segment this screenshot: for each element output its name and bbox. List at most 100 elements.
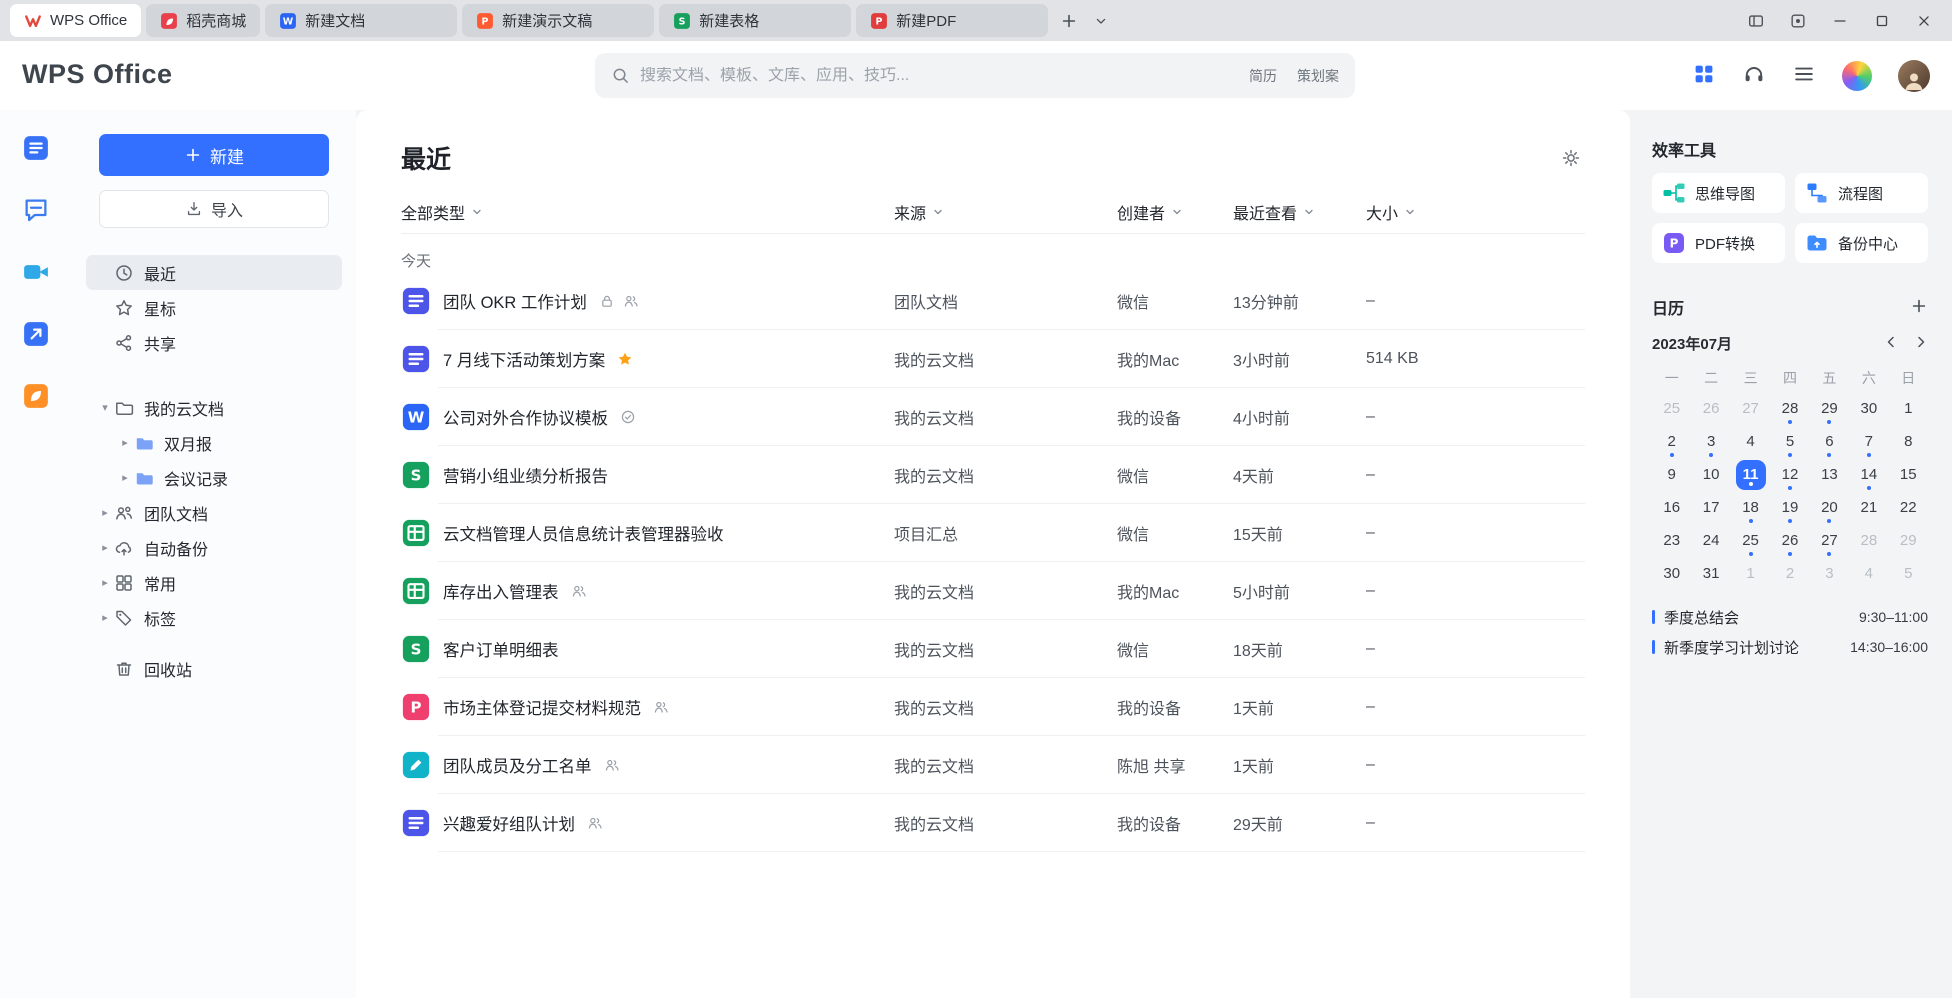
calendar-day[interactable]: 30 <box>1652 557 1691 590</box>
calendar-day[interactable]: 29 <box>1810 392 1849 425</box>
calendar-day[interactable]: 9 <box>1652 458 1691 491</box>
calendar-day[interactable]: 8 <box>1889 425 1928 458</box>
calendar-event[interactable]: 季度总结会9:30–11:00 <box>1652 602 1928 632</box>
chevron-right-icon[interactable]: ▸ <box>116 436 134 449</box>
sidebar-item[interactable]: 最近 <box>86 255 342 290</box>
file-row[interactable]: 团队成员及分工名单我的云文档陈旭 共享1天前– <box>401 736 1585 794</box>
search-bar[interactable]: 简历策划案 <box>595 53 1355 98</box>
calendar-day[interactable]: 7 <box>1849 425 1888 458</box>
calendar-day[interactable]: 3 <box>1691 425 1730 458</box>
calendar-day[interactable]: 17 <box>1691 491 1730 524</box>
rail-meeting[interactable] <box>20 256 52 288</box>
calendar-day[interactable]: 16 <box>1652 491 1691 524</box>
app-tab[interactable]: 稻壳商城 <box>146 4 260 37</box>
layout-button[interactable] <box>1738 4 1774 37</box>
calendar-day[interactable]: 27 <box>1810 524 1849 557</box>
calendar-day[interactable]: 28 <box>1770 392 1809 425</box>
tool-pdf-convert[interactable]: PPDF转换 <box>1652 223 1785 263</box>
user-avatar[interactable] <box>1898 60 1930 92</box>
filter-viewed[interactable]: 最近查看 <box>1233 200 1366 224</box>
file-row[interactable]: 7 月线下活动策划方案我的云文档我的Mac3小时前514 KB <box>401 330 1585 388</box>
app-tab[interactable]: WPS Office <box>10 4 141 37</box>
menu-button[interactable] <box>1792 62 1816 89</box>
calendar-day[interactable]: 26 <box>1770 524 1809 557</box>
file-row[interactable]: 云文档管理人员信息统计表管理器验收项目汇总微信15天前– <box>401 504 1585 562</box>
calendar-day[interactable]: 3 <box>1810 557 1849 590</box>
calendar-day[interactable]: 6 <box>1810 425 1849 458</box>
minimize-button[interactable] <box>1822 4 1858 37</box>
file-row[interactable]: 兴趣爱好组队计划我的云文档我的设备29天前– <box>401 794 1585 852</box>
filter-creator[interactable]: 创建者 <box>1117 200 1233 224</box>
app-tab[interactable]: P新建PDF <box>856 4 1048 37</box>
next-month-button[interactable] <box>1914 335 1928 352</box>
filter-source[interactable]: 来源 <box>894 200 1117 224</box>
calendar-day[interactable]: 19 <box>1770 491 1809 524</box>
calendar-day[interactable]: 4 <box>1849 557 1888 590</box>
calendar-day[interactable]: 18 <box>1731 491 1770 524</box>
calendar-day[interactable]: 5 <box>1889 557 1928 590</box>
filter-size[interactable]: 大小 <box>1366 200 1585 224</box>
chevron-down-icon[interactable]: ▾ <box>96 401 114 414</box>
calendar-day[interactable]: 20 <box>1810 491 1849 524</box>
quick-search-tag[interactable]: 简历 <box>1249 66 1277 86</box>
calendar-day[interactable]: 5 <box>1770 425 1809 458</box>
add-event-button[interactable] <box>1910 297 1928 318</box>
calendar-day[interactable]: 28 <box>1849 524 1888 557</box>
membership-logo[interactable] <box>1842 61 1872 91</box>
calendar-day[interactable]: 22 <box>1889 491 1928 524</box>
calendar-day[interactable]: 24 <box>1691 524 1730 557</box>
search-input[interactable] <box>640 67 1239 85</box>
calendar-day[interactable]: 4 <box>1731 425 1770 458</box>
calendar-day[interactable]: 14 <box>1849 458 1888 491</box>
app-tab[interactable]: S新建表格 <box>659 4 851 37</box>
calendar-day[interactable]: 2 <box>1652 425 1691 458</box>
tool-backup-center[interactable]: 备份中心 <box>1795 223 1928 263</box>
tab-list-dropdown[interactable] <box>1086 6 1116 36</box>
calendar-day[interactable]: 15 <box>1889 458 1928 491</box>
apps-grid-button[interactable] <box>1692 62 1716 89</box>
sidebar-item[interactable]: 星标 <box>86 290 342 325</box>
rail-documents[interactable] <box>20 132 52 164</box>
list-settings-button[interactable] <box>1557 144 1585 172</box>
tool-flowchart[interactable]: 流程图 <box>1795 173 1928 213</box>
file-row[interactable]: 团队 OKR 工作计划团队文档微信13分钟前– <box>401 272 1585 330</box>
calendar-day[interactable]: 1 <box>1889 392 1928 425</box>
import-button[interactable]: 导入 <box>99 190 329 228</box>
sidebar-item[interactable]: ▸团队文档 <box>86 495 342 530</box>
file-row[interactable]: W公司对外合作协议模板我的云文档我的设备4小时前– <box>401 388 1585 446</box>
apps-box-button[interactable] <box>1780 4 1816 37</box>
calendar-day[interactable]: 2 <box>1770 557 1809 590</box>
calendar-day[interactable]: 12 <box>1770 458 1809 491</box>
calendar-day[interactable]: 13 <box>1810 458 1849 491</box>
sidebar-item[interactable]: 共享 <box>86 325 342 360</box>
calendar-day[interactable]: 1 <box>1731 557 1770 590</box>
headset-button[interactable] <box>1742 62 1766 89</box>
new-document-button[interactable]: 新建 <box>99 134 329 176</box>
prev-month-button[interactable] <box>1884 335 1898 352</box>
calendar-day[interactable]: 23 <box>1652 524 1691 557</box>
new-tab-button[interactable] <box>1054 6 1084 36</box>
sidebar-item[interactable]: ▸自动备份 <box>86 530 342 565</box>
sidebar-item[interactable]: ▸双月报 <box>86 425 342 460</box>
calendar-day[interactable]: 30 <box>1849 392 1888 425</box>
rail-docer-store[interactable] <box>20 380 52 412</box>
sidebar-item[interactable]: 回收站 <box>86 651 342 686</box>
file-row[interactable]: S客户订单明细表我的云文档微信18天前– <box>401 620 1585 678</box>
calendar-day[interactable]: 27 <box>1731 392 1770 425</box>
calendar-day[interactable]: 11 <box>1731 458 1770 491</box>
calendar-day[interactable]: 31 <box>1691 557 1730 590</box>
calendar-day[interactable]: 25 <box>1652 392 1691 425</box>
quick-search-tag[interactable]: 策划案 <box>1297 66 1339 86</box>
chevron-right-icon[interactable]: ▸ <box>96 541 114 554</box>
chevron-right-icon[interactable]: ▸ <box>96 611 114 624</box>
sidebar-item[interactable]: ▸常用 <box>86 565 342 600</box>
maximize-button[interactable] <box>1864 4 1900 37</box>
sidebar-item[interactable]: ▸标签 <box>86 600 342 635</box>
file-row[interactable]: 库存出入管理表我的云文档我的Mac5小时前– <box>401 562 1585 620</box>
close-button[interactable] <box>1906 4 1942 37</box>
rail-transfer[interactable] <box>20 318 52 350</box>
calendar-event[interactable]: 新季度学习计划讨论14:30–16:00 <box>1652 632 1928 662</box>
rail-chat[interactable] <box>20 194 52 226</box>
filter-type[interactable]: 全部类型 <box>401 200 894 224</box>
tool-mindmap[interactable]: 思维导图 <box>1652 173 1785 213</box>
